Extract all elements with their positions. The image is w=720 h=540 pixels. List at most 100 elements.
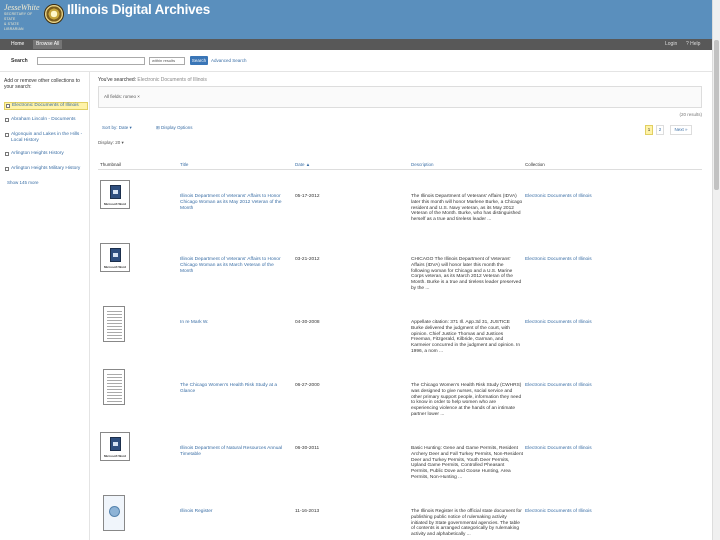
header-divider [98, 169, 702, 170]
search-bar: Search within results Search Advanced Se… [0, 51, 712, 72]
results-count: (20 results) [679, 112, 702, 117]
active-filter[interactable]: All fields: romeo × [104, 94, 140, 99]
sidebar-item-label: Abraham Lincoln - Documents [11, 117, 76, 122]
page-current[interactable]: 1 [645, 125, 653, 135]
nav-home[interactable]: Home [8, 40, 27, 49]
table-row: Microsoft Word Illinois Department of Na… [98, 432, 702, 490]
filter-box: All fields: romeo × [98, 86, 702, 108]
result-collection[interactable]: Electronic Documents of Illinois [525, 194, 592, 199]
result-title[interactable]: Illinois Department of Veterans' Affairs… [180, 257, 288, 274]
result-collection[interactable]: Electronic Documents of Illinois [525, 509, 592, 514]
result-date: 06-27-2000 [295, 383, 320, 388]
search-button[interactable]: Search [190, 56, 208, 65]
thumbnail-word-doc[interactable]: Microsoft Word [100, 432, 130, 461]
nav-browse-all[interactable]: Browse All [33, 40, 63, 49]
col-collection: Collection [525, 162, 545, 167]
login-link[interactable]: Login [665, 40, 677, 49]
word-document-icon [110, 185, 121, 199]
thumbnail-caption: Microsoft Word [104, 454, 126, 458]
checkbox-icon[interactable] [5, 152, 9, 156]
sidebar-item-label: Electronic Documents of Illinois [12, 103, 79, 108]
search-label: Search [11, 58, 28, 64]
table-row: Illinois Register 11-16-2013 The Illinoi… [98, 495, 702, 540]
col-thumbnail: Thumbnail [100, 162, 122, 167]
site-header: JesseWhite SECRETARY OF STATE & STATE LI… [0, 0, 712, 39]
thumbnail-page[interactable] [103, 306, 125, 342]
result-date: 11-16-2013 [295, 509, 320, 514]
show-more-collections-link[interactable]: Show 145 more [7, 180, 39, 185]
searched-prefix: You've searched: [98, 77, 137, 83]
secretary-of-state-logo[interactable]: JesseWhite SECRETARY OF STATE & STATE LI… [4, 3, 40, 35]
result-title[interactable]: Illinois Department of Veterans' Affairs… [180, 194, 288, 211]
results-area: You've searched: Electronic Documents of… [96, 72, 706, 540]
result-collection[interactable]: Electronic Documents of Illinois [525, 383, 592, 388]
result-title[interactable]: In re Mark W. [180, 320, 288, 326]
result-collection[interactable]: Electronic Documents of Illinois [525, 446, 592, 451]
col-date[interactable]: Date ▲ [295, 162, 310, 167]
sidebar-item-collection[interactable]: Algonquin and Lakes in the Hills - Local… [4, 132, 88, 144]
checkbox-icon[interactable] [5, 118, 9, 122]
logo-line: SECRETARY OF STATE [4, 12, 33, 21]
sidebar-item-label: Algonquin and Lakes in the Hills - Local… [11, 132, 83, 143]
sidebar-heading: Add or remove other collections to your … [4, 78, 80, 90]
sidebar-item-label: Arlington Heights Military History [11, 166, 81, 171]
result-collection[interactable]: Electronic Documents of Illinois [525, 320, 592, 325]
sidebar-item-collection[interactable]: Arlington Heights Military History [4, 166, 88, 172]
results-options-bar: Sort by: Date ▾ ⊞ Display Options 1 2 Ne… [98, 122, 702, 140]
table-row: The Chicago Women's Health Risk Study at… [98, 369, 702, 427]
col-description[interactable]: Description [411, 162, 434, 167]
sidebar-item-collection[interactable]: Arlington Heights History [4, 151, 88, 157]
result-description: The Illinois Register is the official st… [411, 509, 522, 538]
thumbnail-caption: Microsoft Word [104, 202, 126, 206]
result-title[interactable]: The Chicago Women's Health Risk Study at… [180, 383, 288, 395]
search-scope-select[interactable]: within results [149, 57, 185, 65]
display-count-select[interactable]: Display: 20 ▾ [98, 140, 124, 146]
sort-by-dropdown[interactable]: Sort by: Date ▾ [102, 125, 132, 131]
thumbnail-word-doc[interactable]: Microsoft Word [100, 243, 130, 272]
checkbox-icon[interactable] [6, 104, 10, 108]
scrollbar-thumb[interactable] [714, 40, 719, 190]
word-document-icon [110, 248, 121, 262]
thumbnail-page[interactable] [103, 369, 125, 405]
result-title[interactable]: Illinois Register [180, 509, 288, 515]
state-seal-icon [44, 4, 64, 24]
col-title[interactable]: Title [180, 162, 188, 167]
logo-line: & STATE LIBRARIAN [4, 22, 24, 31]
checkbox-icon[interactable] [5, 167, 9, 171]
word-document-icon [110, 437, 121, 451]
result-date: 03-21-2012 [295, 257, 320, 262]
result-date: 05-17-2012 [295, 194, 320, 199]
next-page-button[interactable]: Next » [670, 125, 692, 135]
result-description: The Illinois Department of Veterans' Aff… [411, 194, 523, 223]
sidebar-item-label: Arlington Heights History [11, 151, 64, 156]
search-input[interactable] [37, 57, 145, 65]
thumbnail-word-doc[interactable]: Microsoft Word [100, 180, 130, 209]
result-description: The Chicago Women's Health Risk Study (C… [411, 383, 522, 417]
table-row: In re Mark W. 04-30-2008 Appellate citat… [98, 306, 702, 364]
page-link[interactable]: 2 [656, 125, 664, 135]
result-description: Appellate citation: 371 Ill. App.3d 31, … [411, 320, 521, 354]
searched-value: Electronic Documents of Illinois [137, 77, 207, 83]
help-link[interactable]: ? Help [686, 40, 700, 49]
thumbnail-cover[interactable] [103, 495, 125, 531]
result-collection[interactable]: Electronic Documents of Illinois [525, 257, 592, 262]
checkbox-icon[interactable] [5, 133, 9, 137]
search-summary: You've searched: Electronic Documents of… [98, 77, 207, 83]
logo-signature: JesseWhite [4, 3, 40, 12]
page-scrollbar[interactable] [712, 0, 720, 540]
result-title[interactable]: Illinois Department of Natural Resources… [180, 446, 288, 458]
site-title[interactable]: Illinois Digital Archives [67, 2, 210, 17]
cover-emblem-icon [109, 506, 120, 517]
sidebar-item-collection[interactable]: Abraham Lincoln - Documents [4, 117, 88, 123]
advanced-search-link[interactable]: Advanced Search [211, 58, 247, 63]
sidebar-item-collection[interactable]: Electronic Documents of Illinois [4, 102, 88, 110]
thumbnail-caption: Microsoft Word [104, 265, 126, 269]
table-row: Microsoft Word Illinois Department of Ve… [98, 180, 702, 238]
page-text-lines [107, 374, 122, 402]
top-nav: Home Browse All Login ? Help [0, 39, 712, 50]
result-date: 04-30-2008 [295, 320, 320, 325]
table-row: Microsoft Word Illinois Department of Ve… [98, 243, 702, 301]
collections-sidebar: Add or remove other collections to your … [0, 72, 90, 540]
result-description: Basic Hunting: Gene and Game Permits, Re… [411, 446, 523, 480]
display-options-link[interactable]: ⊞ Display Options [156, 125, 193, 131]
